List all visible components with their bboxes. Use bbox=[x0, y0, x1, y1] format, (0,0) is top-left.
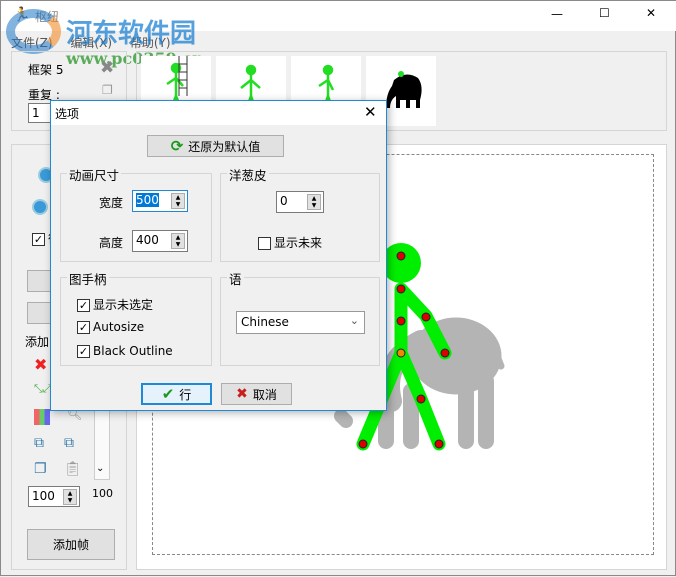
joint-handle[interactable] bbox=[416, 394, 426, 404]
checkmark-icon: ✔ bbox=[161, 385, 175, 403]
language-select[interactable]: Chinese ⌄ bbox=[236, 311, 365, 334]
size-group-title: 动画尺寸 bbox=[67, 165, 122, 184]
width-input[interactable]: 500 ▲ ▼ bbox=[132, 190, 188, 212]
onion-skin-title: 洋葱皮 bbox=[227, 165, 269, 184]
dialog-close-button[interactable]: ✕ bbox=[364, 103, 377, 121]
show-unselected-checkbox[interactable]: ✓ 显示未选定 bbox=[77, 296, 153, 313]
black-outline-checkbox[interactable]: ✓ Black Outline bbox=[77, 344, 173, 358]
chevron-down-icon: ⌄ bbox=[349, 314, 359, 327]
language-group-title: 语 bbox=[227, 269, 244, 288]
show-future-checkbox[interactable]: 显示未来 bbox=[258, 234, 322, 251]
autosize-checkbox[interactable]: ✓ Autosize bbox=[77, 320, 144, 334]
joint-handle[interactable] bbox=[396, 284, 406, 294]
onion-skin-group: 洋葱皮 0 ▲ ▼ 显示未来 bbox=[220, 165, 380, 262]
options-dialog: 选项 ✕ ⟳ 还原为默认值 动画尺寸 宽度 500 ▲ ▼ 高度 400 ▲ ▼ 洋葱皮… bbox=[50, 100, 387, 411]
handles-group-title: 图手柄 bbox=[67, 269, 109, 288]
cancel-x-icon: ✖ bbox=[236, 386, 248, 402]
root-joint-handle[interactable] bbox=[396, 348, 406, 358]
dialog-title: 选项 bbox=[55, 107, 80, 121]
joint-handle[interactable] bbox=[396, 251, 406, 261]
height-input[interactable]: 400 ▲ ▼ bbox=[132, 230, 188, 252]
cancel-button[interactable]: ✖ 取消 bbox=[221, 383, 292, 405]
joint-handle[interactable] bbox=[421, 312, 431, 322]
joint-handle[interactable] bbox=[358, 439, 368, 449]
joint-handle[interactable] bbox=[434, 439, 444, 449]
refresh-icon: ⟳ bbox=[170, 137, 184, 155]
handles-group: 图手柄 ✓ 显示未选定 ✓ Autosize ✓ Black Outline bbox=[60, 269, 212, 366]
dialog-title-bar: 选项 ✕ bbox=[51, 101, 386, 125]
joint-handle[interactable] bbox=[440, 348, 450, 358]
language-group: 语 Chinese ⌄ bbox=[220, 269, 380, 366]
joint-handle[interactable] bbox=[396, 316, 406, 326]
width-label: 宽度 bbox=[99, 196, 124, 210]
height-label: 高度 bbox=[99, 236, 124, 250]
reset-defaults-button[interactable]: ⟳ 还原为默认值 bbox=[147, 135, 284, 157]
size-group: 动画尺寸 宽度 500 ▲ ▼ 高度 400 ▲ ▼ bbox=[60, 165, 212, 262]
ok-button[interactable]: ✔ 行 bbox=[141, 383, 212, 405]
onion-skin-input[interactable]: 0 ▲ ▼ bbox=[276, 191, 324, 213]
